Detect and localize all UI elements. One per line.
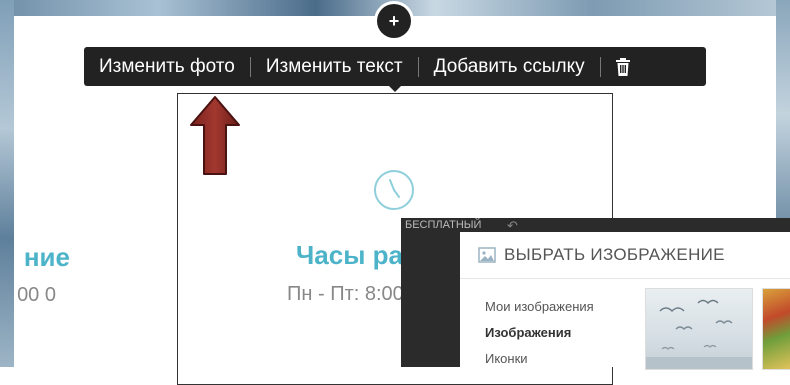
background-image-strip-right — [776, 0, 790, 230]
menu-item-my-images[interactable]: Мои изображения — [485, 299, 594, 325]
plus-icon: + — [388, 10, 400, 31]
up-arrow-annotation — [190, 96, 240, 175]
add-link-button[interactable]: Добавить ссылку — [419, 56, 600, 78]
toolbar-pointer — [389, 86, 401, 92]
seagulls-photo — [646, 299, 752, 369]
image-thumbnail[interactable] — [645, 288, 753, 370]
dialog-header: ВЫБРАТЬ ИЗОБРАЖЕНИЕ — [460, 232, 790, 279]
add-section-button[interactable]: + — [377, 4, 411, 38]
plan-label: БЕСПЛАТНЫЙ — [405, 219, 482, 231]
block-title[interactable]: Часы работы — [296, 240, 406, 271]
change-text-button[interactable]: Изменить текст — [251, 56, 418, 78]
choose-image-dialog: ВЫБРАТЬ ИЗОБРАЖЕНИЕ Мои изображения Изоб… — [460, 232, 790, 370]
background-image-strip-left — [0, 0, 14, 367]
neighbor-block-subtitle: 0 00 — [17, 284, 56, 306]
dialog-title: ВЫБРАТЬ ИЗОБРАЖЕНИЕ — [504, 245, 725, 264]
element-toolbar: Изменить фото Изменить текст Добавить сс… — [84, 47, 706, 86]
image-icon — [478, 247, 496, 263]
neighbor-block-title: ние — [23, 242, 70, 272]
menu-item-icons[interactable]: Иконки — [485, 351, 594, 377]
delete-button[interactable] — [601, 57, 645, 76]
image-thumbnail[interactable] — [762, 288, 790, 370]
block-subtitle[interactable]: Пн - Пт: 8:00 - 18:00 — [287, 283, 407, 306]
clock-icon — [374, 170, 414, 210]
change-photo-button[interactable]: Изменить фото — [84, 56, 250, 78]
image-source-menu: Мои изображения Изображения Иконки — [485, 299, 594, 377]
menu-item-images[interactable]: Изображения — [485, 325, 594, 351]
trash-icon — [615, 57, 630, 76]
